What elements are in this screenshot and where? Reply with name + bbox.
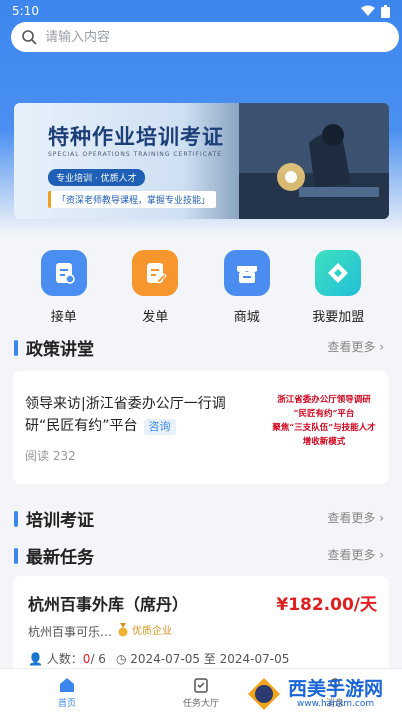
- watermark-url: www.hanxm.com: [296, 699, 375, 709]
- tab-task-hall[interactable]: 任务大厅: [161, 676, 241, 709]
- banner-title: 特种作业培训考证: [48, 125, 224, 149]
- watermark-logo: [248, 678, 280, 710]
- search-bar[interactable]: [11, 22, 399, 52]
- home-icon: [60, 678, 74, 692]
- policy-headline-text: 领导来访|浙江省委办公厅一行调研“民匠有约”平台: [25, 396, 226, 434]
- more-text: 查看更多: [327, 511, 376, 525]
- headcount-total: / 6: [90, 652, 106, 666]
- task-meta: 👤 人数：0/ 6 ◷ 2024-07-05 至 2024-07-05: [28, 650, 289, 667]
- read-count: 阅读 232: [25, 449, 76, 463]
- consult-tag: 咨询: [143, 419, 176, 435]
- status-bar: 5:10: [0, 0, 402, 22]
- join-icon: [315, 250, 362, 296]
- task-company: 杭州百事可乐…: [28, 625, 113, 639]
- thumb-line: 增收新模式: [302, 437, 346, 447]
- receive-order-icon: [40, 250, 87, 296]
- training-section-title: 培训考证: [14, 506, 94, 531]
- section-title-text: 政策讲堂: [26, 340, 94, 360]
- quick-action-receive[interactable]: 接单: [29, 250, 99, 325]
- site-watermark: 西美手游网 www.hanxm.com: [244, 672, 402, 716]
- task-card[interactable]: 杭州百事外库（席丹） ¥182.00/天 杭州百事可乐… 优质企业 👤 人数：0…: [13, 576, 389, 676]
- quick-action-publish[interactable]: 发单: [120, 250, 190, 325]
- medal-icon: [118, 622, 128, 636]
- quality-badge: 优质企业: [117, 622, 172, 637]
- section-accent-bar: [14, 510, 18, 527]
- promo-banner[interactable]: 特种作业培训考证 SPECIAL OPERATIONS TRAINING CER…: [14, 103, 389, 219]
- quick-action-join[interactable]: 我要加盟: [303, 250, 373, 325]
- training-more-link[interactable]: 查看更多 ›: [327, 509, 384, 526]
- policy-article-card[interactable]: 领导来访|浙江省委办公厅一行调研“民匠有约”平台 咨询 阅读 232 浙江省委办公…: [13, 371, 389, 484]
- policy-more-link[interactable]: 查看更多 ›: [327, 338, 384, 355]
- battery-icon: [381, 4, 390, 18]
- status-icons: [361, 4, 390, 18]
- chevron-right-icon: ›: [379, 511, 384, 525]
- task-section-title: 最新任务: [14, 543, 94, 568]
- policy-section-title: 政策讲堂: [14, 335, 94, 360]
- task-price: ¥182.00/天: [276, 595, 377, 615]
- shop-icon: [223, 250, 270, 296]
- publish-order-icon: [132, 250, 179, 296]
- quick-action-label: 发单: [142, 310, 169, 325]
- badge-text: 优质企业: [132, 626, 172, 637]
- section-title-text: 最新任务: [26, 548, 94, 568]
- date-range-text: 2024-07-05 至 2024-07-05: [130, 652, 290, 666]
- banner-subtitle: SPECIAL OPERATIONS TRAINING CERTIFICATE: [48, 151, 223, 158]
- status-time: 5:10: [12, 4, 39, 18]
- quick-action-label: 商城: [233, 310, 260, 325]
- quick-action-label: 接单: [50, 310, 77, 325]
- headcount-label: 人数：: [46, 652, 83, 666]
- tab-home[interactable]: 首页: [27, 676, 107, 709]
- person-icon: 👤: [28, 652, 43, 666]
- watermark-textblock: 西美手游网 www.hanxm.com: [288, 679, 383, 709]
- section-accent-bar: [14, 339, 18, 356]
- search-input[interactable]: [45, 29, 365, 45]
- thumb-line: 聚焦“三支队伍”与技能人才: [272, 423, 376, 433]
- thumb-line: “民匠有约”平台: [293, 409, 355, 419]
- clock-icon: ◷: [115, 652, 127, 666]
- quick-action-label: 我要加盟: [312, 310, 365, 325]
- task-name: 杭州百事外库（席丹）: [28, 595, 189, 614]
- article-thumbnail: 浙江省委办公厅领导调研 “民匠有约”平台 聚焦“三支队伍”与技能人才 增收新模式: [263, 393, 385, 449]
- quick-action-shop[interactable]: 商城: [212, 250, 282, 325]
- headcount: 👤 人数：0/ 6: [28, 650, 106, 667]
- more-text: 查看更多: [327, 548, 376, 562]
- section-title-text: 培训考证: [26, 511, 94, 531]
- chevron-right-icon: ›: [379, 548, 384, 562]
- banner-tagline: 「资深老师教导课程，掌握专业技能」: [48, 191, 217, 208]
- wifi-icon: [361, 5, 375, 16]
- more-text: 查看更多: [327, 340, 376, 354]
- welding-worker-image: [239, 103, 389, 219]
- search-icon: [22, 30, 37, 45]
- task-more-link[interactable]: 查看更多 ›: [327, 546, 384, 563]
- task-hall-icon: [194, 678, 208, 693]
- policy-headline: 领导来访|浙江省委办公厅一行调研“民匠有约”平台 咨询: [25, 393, 253, 437]
- watermark-text: 西美手游网: [288, 678, 384, 700]
- thumb-line: 浙江省委办公厅领导调研: [277, 395, 371, 405]
- banner-pill: 专业培训 · 优质人才: [48, 169, 145, 186]
- date-range: ◷ 2024-07-05 至 2024-07-05: [116, 650, 289, 667]
- tab-label: 首页: [57, 699, 76, 709]
- section-accent-bar: [14, 547, 18, 564]
- quick-actions: 接单 发单 商城 我要加盟: [0, 250, 402, 325]
- tab-label: 任务大厅: [182, 699, 219, 709]
- chevron-right-icon: ›: [379, 340, 384, 354]
